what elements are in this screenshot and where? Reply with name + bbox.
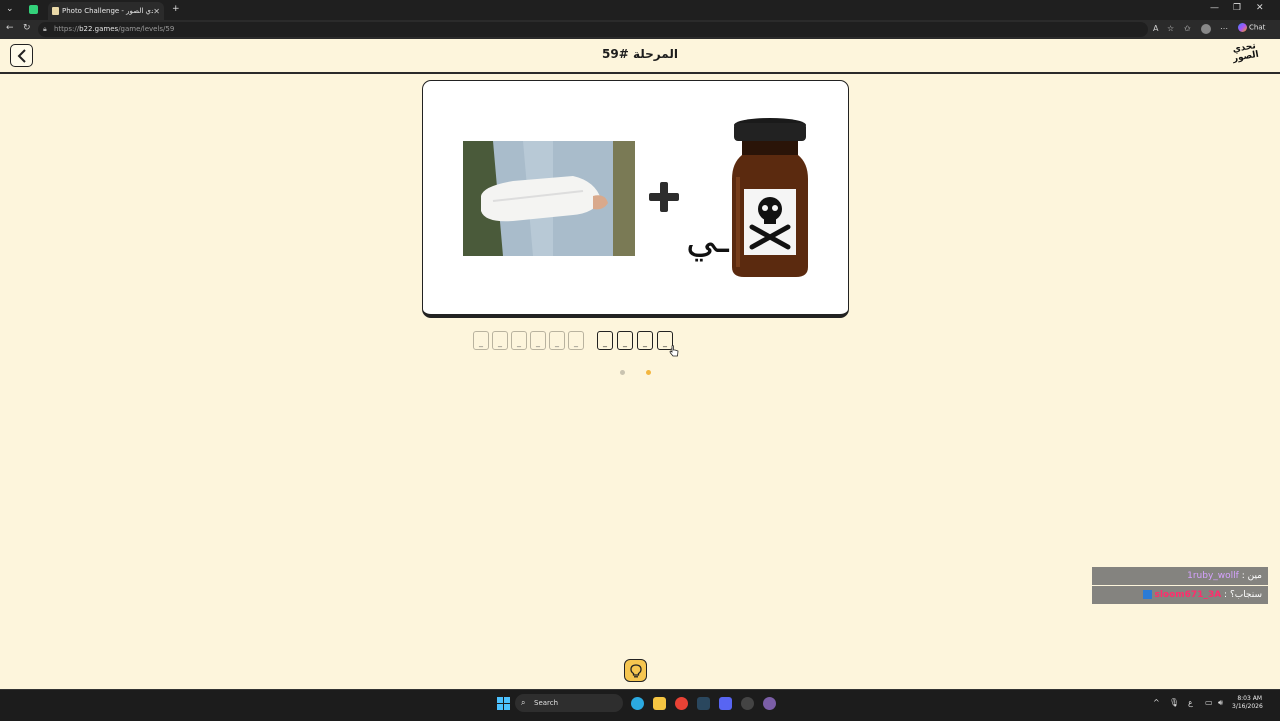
address-bar[interactable]: 🔒︎ https://b22.games/game/levels/59 [38,22,1148,37]
minimize-icon[interactable]: — [1210,3,1219,13]
taskbar-search[interactable]: ⌕ Search [515,694,623,712]
tray-chevron-icon[interactable]: ^ [1153,698,1160,707]
arm-cast-photo [463,141,635,256]
clock-time: 8:03 AM [1237,695,1262,702]
discord-icon[interactable] [719,697,732,710]
taskbar-clock[interactable]: 8:03 AM 3/16/2026 [1232,695,1263,711]
chat-username: sloom671_3A [1154,590,1222,600]
steam-icon[interactable] [697,697,710,710]
answer-tile-active[interactable]: _ [617,331,633,350]
chevron-left-icon [17,48,26,63]
chat-message: سنجاب؟ : sloom671_3A [1092,586,1268,604]
edge-icon[interactable] [631,697,644,710]
hint-button[interactable] [624,659,647,682]
chat-badge-icon [1142,590,1152,599]
tab-list-icon[interactable]: ⌄ [6,4,14,14]
windows-start-icon[interactable] [497,697,510,710]
answer-tile[interactable]: _ [492,331,508,350]
app-icon[interactable] [763,697,776,710]
browser-tab[interactable]: Photo Challenge - لعبة تحدي الصور ✕ [48,2,164,20]
tab-title: Photo Challenge - لعبة تحدي الصور [62,7,154,15]
volume-icon[interactable]: 🔊︎ [1218,698,1223,708]
plus-icon [649,182,679,212]
obs-icon[interactable] [741,697,754,710]
chat-message-text: سنجاب؟ : [1224,590,1262,600]
browser-tab-bar [0,0,1280,20]
answer-tile-active[interactable]: _ [637,331,653,350]
chat-label: Chat [1249,23,1266,32]
pager-dot[interactable] [620,370,625,375]
tab-close-icon[interactable]: ✕ [153,7,160,16]
lightbulb-icon [629,663,642,677]
hand-cursor-icon [669,345,679,357]
copilot-chat-button[interactable]: Chat [1238,23,1265,32]
back-nav-icon[interactable]: ← [6,23,14,33]
language-icon[interactable]: ع [1188,698,1193,707]
file-explorer-icon[interactable] [653,697,666,710]
answer-tile-active[interactable]: _ [597,331,613,350]
reload-icon[interactable]: ↻ [23,23,31,33]
answer-tile[interactable]: _ [473,331,489,350]
answer-tile[interactable]: _ [568,331,584,350]
url-path: /game/levels/59 [118,25,175,33]
profile-avatar[interactable] [1201,24,1211,34]
level-title: المرحلة #59 [602,47,678,61]
answer-tile[interactable]: _ [511,331,527,350]
search-icon: ⌕ [521,698,526,707]
back-button[interactable] [10,44,33,67]
clue-letter: ـي [686,217,729,261]
answer-tile[interactable]: _ [549,331,565,350]
url-scheme: https:// [54,25,80,33]
copilot-icon [1238,23,1247,32]
lock-icon: 🔒︎ [43,25,47,33]
chat-message-text: مين : [1241,571,1262,581]
extension-icon[interactable] [29,5,38,14]
chrome-icon[interactable] [675,697,688,710]
arm-in-cast-image [463,141,635,256]
window-close-icon[interactable]: ✕ [1256,3,1264,13]
tab-favicon-icon [52,7,59,15]
clock-date: 3/16/2026 [1232,703,1263,710]
pager-dot-active[interactable] [646,370,651,375]
more-menu-icon[interactable]: ⋯ [1220,24,1228,33]
poison-bottle-image [732,118,808,277]
favorite-star-icon[interactable]: ☆ [1167,24,1174,33]
taskbar-search-label: Search [534,699,559,707]
chat-username: 1ruby_wollf [1187,571,1239,581]
network-icon[interactable]: ▭ [1205,698,1213,707]
chat-message: مين : 1ruby_wollf [1092,567,1268,585]
answer-tile[interactable]: _ [530,331,546,350]
url-host: b22.games [79,25,119,33]
read-aloud-icon[interactable]: A [1153,24,1158,33]
microphone-icon[interactable]: 🎙︎ [1169,698,1179,707]
favorites-icon[interactable]: ✩ [1184,24,1191,33]
maximize-icon[interactable]: ❐ [1233,3,1241,13]
new-tab-button[interactable]: + [172,4,180,14]
